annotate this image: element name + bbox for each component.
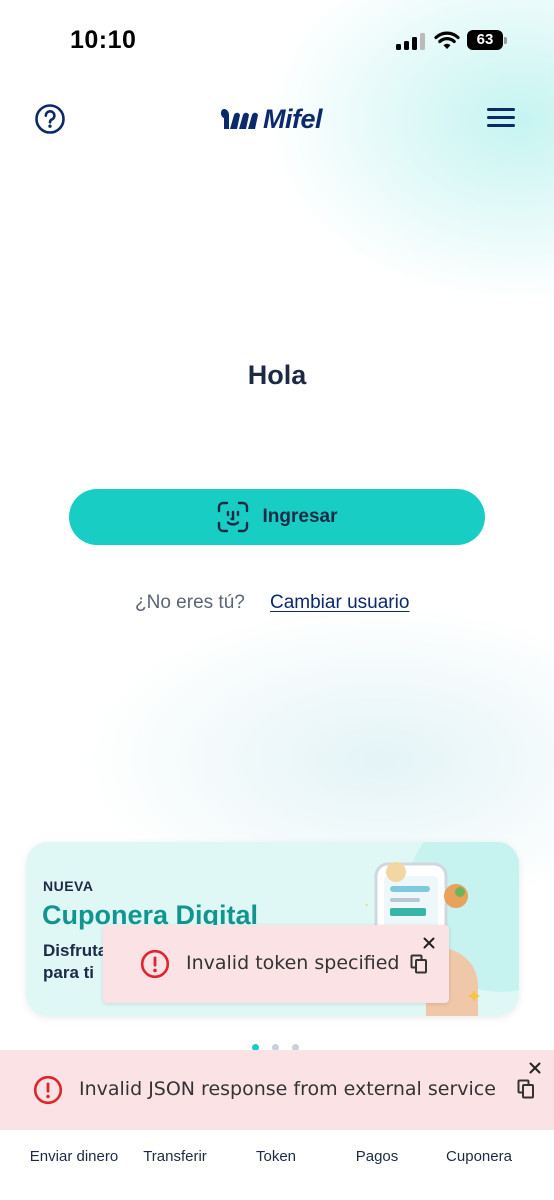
close-icon[interactable] [423,937,435,949]
promo-badge: NUEVA [43,878,94,894]
nav-item-enviar-dinero[interactable]: Enviar dinero [22,1148,126,1165]
token-error-message: Invalid token specified [186,952,400,974]
battery-icon: 63 [467,30,507,50]
bottom-nav: Enviar dinero Transferir Token Pagos Cup… [0,1130,554,1200]
question-circle-icon[interactable] [34,103,66,135]
alert-circle-icon [33,1075,63,1105]
nav-item-pagos[interactable]: Pagos [337,1148,417,1165]
login-button[interactable]: Ingresar [69,489,485,545]
logo-text: Mifel [263,103,323,134]
hamburger-menu-icon[interactable] [487,108,517,130]
token-error-toast: Invalid token specified [103,925,449,1003]
battery-level: 63 [467,30,503,50]
copy-icon[interactable] [410,954,428,974]
greeting-title: Hola [247,360,307,390]
copy-icon[interactable] [517,1079,535,1099]
close-icon[interactable] [529,1062,541,1074]
nav-item-token[interactable]: Token [236,1148,316,1165]
json-error-toast: Invalid JSON response from external serv… [0,1050,554,1130]
status-bar: 10:10 63 [0,0,554,84]
nav-item-cuponera[interactable]: Cuponera [430,1148,528,1165]
status-time: 10:10 [70,26,137,54]
not-you-text: ¿No eres tú? [135,592,245,613]
face-id-icon [217,501,248,533]
mifel-logo: Mifel [220,103,336,135]
cellular-signal-icon [396,32,426,50]
app-screen: 10:10 63 Mifel Hola Ingresar ¿No eres tú… [0,0,554,1200]
json-error-message: Invalid JSON response from external serv… [79,1078,496,1100]
change-user-link[interactable]: Cambiar usuario [270,592,409,614]
alert-circle-icon [140,949,170,979]
login-button-label: Ingresar [262,506,338,527]
wifi-icon [434,31,460,49]
mifel-logo-mark [221,109,258,129]
nav-item-transferir[interactable]: Transferir [130,1148,220,1165]
